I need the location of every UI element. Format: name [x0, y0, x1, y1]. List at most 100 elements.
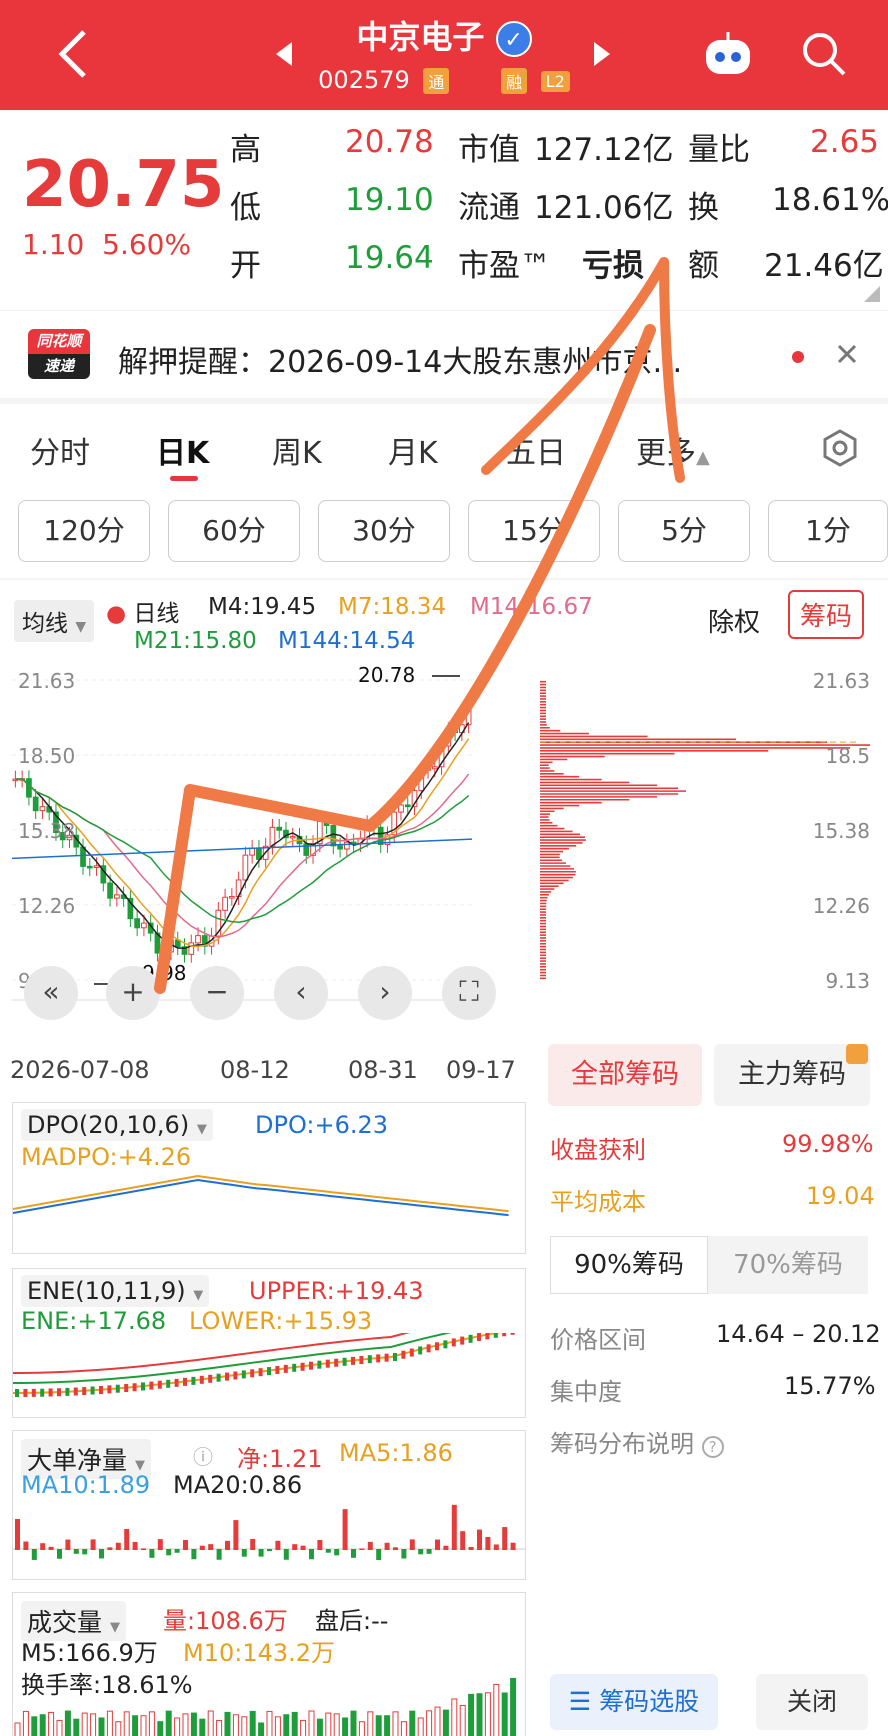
- volume-chart: [14, 1677, 517, 1736]
- candle-body: [452, 730, 458, 734]
- concentration-value: 15.77%: [784, 1372, 876, 1400]
- period-60m[interactable]: 60分: [168, 500, 300, 562]
- help-icon: ?: [701, 1436, 724, 1458]
- tab-fenshi[interactable]: 分时: [30, 428, 90, 472]
- volume-bar: [224, 1711, 231, 1736]
- tab-five-day[interactable]: 五日: [506, 428, 566, 472]
- ene-chart: [13, 1333, 515, 1397]
- zoom-in-button[interactable]: +: [106, 966, 160, 1020]
- net-bar: [393, 1547, 398, 1550]
- low-label: 低: [230, 190, 261, 226]
- news-text[interactable]: 解押提醒：2026-09-14大股东惠州市京…: [118, 337, 682, 381]
- net-bar: [208, 1544, 214, 1550]
- period-15m[interactable]: 15分: [468, 500, 600, 562]
- ma-select[interactable]: 均线 ▼: [14, 600, 95, 642]
- net-bar: [409, 1539, 415, 1550]
- chip-y-tick: 21.63: [813, 669, 870, 693]
- ene-line: [13, 1333, 411, 1374]
- list-icon: ☰: [568, 1687, 592, 1716]
- period-120m[interactable]: 120分: [18, 500, 150, 562]
- tab-day-k[interactable]: 日K: [156, 428, 209, 472]
- dpo-select[interactable]: DPO(20,10,6) ▼: [21, 1109, 213, 1141]
- tab-70-chips[interactable]: 70%筹码: [708, 1236, 868, 1294]
- zoom-out-button[interactable]: −: [190, 966, 244, 1020]
- net-bar: [31, 1549, 37, 1560]
- volume-bar: [56, 1719, 63, 1736]
- dpo-chart: [13, 1174, 509, 1217]
- ene-candle: [141, 1382, 145, 1391]
- robot-icon[interactable]: [700, 30, 756, 80]
- ene-candle: [157, 1380, 162, 1389]
- volume-after: 盘后:--: [315, 1607, 389, 1635]
- period-5m[interactable]: 5分: [618, 500, 750, 562]
- ene-candle: [376, 1354, 381, 1363]
- scroll-right-button[interactable]: ›: [358, 966, 412, 1020]
- zoom-out-far-button[interactable]: «: [24, 966, 78, 1020]
- bignet-ma20: MA20:0.86: [173, 1471, 303, 1499]
- tab-week-k[interactable]: 周K: [272, 428, 322, 472]
- chip-close-button[interactable]: 关闭: [756, 1674, 868, 1730]
- profit-label: 收盘获利: [550, 1136, 646, 1164]
- volume-bar: [199, 1718, 206, 1736]
- volume-bar: [258, 1722, 265, 1736]
- stock-header: 中京电子 ✓ 002579 通 融 L2: [0, 0, 888, 110]
- ene-lower: LOWER:+15.93: [189, 1307, 373, 1335]
- ene-candle: [325, 1359, 330, 1368]
- ene-select[interactable]: ENE(10,11,9) ▼: [21, 1275, 210, 1307]
- ene-candle: [283, 1364, 288, 1373]
- open-value: 19.64: [345, 240, 434, 276]
- net-bar: [376, 1549, 382, 1560]
- volume-bar: [140, 1715, 147, 1736]
- ene-candle: [149, 1381, 154, 1390]
- madpo-line: [13, 1174, 509, 1213]
- tab-month-k[interactable]: 月K: [388, 428, 438, 472]
- ene-candle: [418, 1346, 423, 1355]
- period-30m[interactable]: 30分: [318, 500, 450, 562]
- bignet-panel[interactable]: 大单净量 ▼ ⓘ 净:1.21 MA5:1.86 MA10:1.89 MA20:…: [12, 1430, 526, 1580]
- volume-bar: [392, 1711, 399, 1736]
- ene-candle: [57, 1388, 61, 1397]
- close-icon[interactable]: [836, 343, 858, 365]
- expand-icon[interactable]: [862, 284, 882, 304]
- tab-all-chips[interactable]: 全部筹码: [548, 1044, 702, 1106]
- turn-label: 换: [688, 190, 719, 226]
- volume-bar: [22, 1710, 29, 1736]
- dpo-panel[interactable]: DPO(20,10,6) ▼ DPO:+6.23 MADPO:+4.26: [12, 1102, 526, 1254]
- period-1m[interactable]: 1分: [768, 500, 888, 562]
- next-stock-icon[interactable]: [592, 40, 612, 68]
- ene-candle: [393, 1352, 397, 1361]
- chip-select-button[interactable]: ☰ 筹码选股: [550, 1674, 718, 1730]
- tag-rong: 融: [501, 68, 528, 94]
- volume-bar: [493, 1683, 500, 1736]
- news-bar[interactable]: 同花顺 速递 解押提醒：2026-09-14大股东惠州市京…: [0, 310, 888, 398]
- tab-90-chips[interactable]: 90%筹码: [550, 1236, 708, 1294]
- settings-icon[interactable]: [820, 428, 860, 468]
- chip-desc-link[interactable]: 筹码分布说明 ?: [550, 1424, 724, 1459]
- fq-button[interactable]: 除权: [708, 602, 760, 639]
- avg-cost-label: 平均成本: [550, 1188, 646, 1216]
- chip-button[interactable]: 筹码: [788, 590, 865, 639]
- fullscreen-button[interactable]: ⛶: [442, 966, 496, 1020]
- search-icon[interactable]: [798, 28, 850, 80]
- net-bar: [241, 1549, 247, 1557]
- candle-body: [249, 847, 256, 856]
- candle-body: [134, 918, 141, 929]
- volume-bar: [451, 1698, 458, 1736]
- net-bar: [23, 1541, 29, 1550]
- tab-more[interactable]: 更多▲: [636, 428, 710, 472]
- volume-bar: [426, 1710, 433, 1736]
- ene-candle: [292, 1363, 297, 1372]
- ene-candle: [502, 1333, 507, 1337]
- scroll-left-button[interactable]: ‹: [274, 966, 328, 1020]
- net-bar: [342, 1509, 348, 1550]
- ene-panel[interactable]: ENE(10,11,9) ▼ UPPER:+19.43 ENE:+17.68 L…: [12, 1268, 526, 1418]
- ene-candle: [82, 1387, 87, 1396]
- volume-panel[interactable]: 成交量 ▼ 量:108.6万 盘后:-- M5:166.9万 M10:143.2…: [12, 1592, 526, 1736]
- volume-bar: [409, 1710, 416, 1736]
- volume-bar: [39, 1714, 46, 1736]
- active-tab-indicator: [170, 476, 198, 481]
- candle-body: [337, 845, 343, 850]
- help-icon[interactable]: ⓘ: [193, 1441, 213, 1470]
- amt-label: 额: [688, 248, 719, 284]
- open-label: 开: [230, 248, 261, 284]
